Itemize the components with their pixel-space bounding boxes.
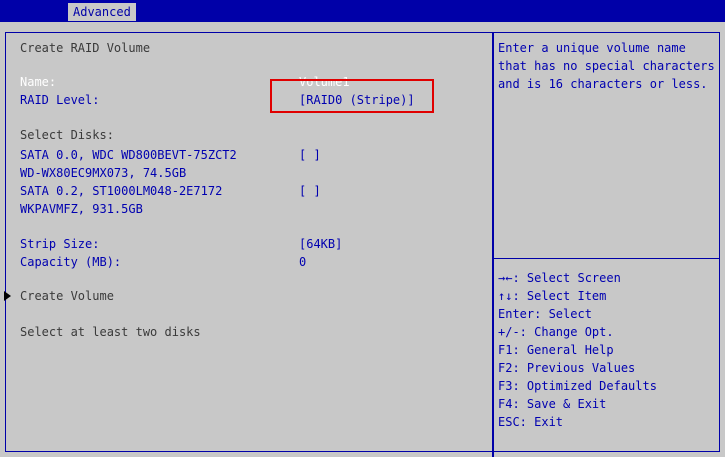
strip-size-select[interactable]: [64KB] xyxy=(299,236,342,252)
disk-0-checkbox[interactable]: [ ] xyxy=(299,147,321,163)
select-disks-label: Select Disks: xyxy=(20,128,114,142)
panel-divider xyxy=(492,32,494,457)
disk-1-detail: WKPAVMFZ, 931.5GB xyxy=(20,202,143,216)
disk-1-checkbox[interactable]: [ ] xyxy=(299,183,321,199)
create-volume-item[interactable]: Create Volume xyxy=(20,288,114,304)
raid-level-label: RAID Level: xyxy=(20,93,100,107)
key-hint-f2: F2: Previous Values xyxy=(498,361,636,375)
help-text-line: and is 16 characters or less. xyxy=(498,77,708,91)
tab-advanced[interactable]: Advanced xyxy=(68,3,136,21)
disk-0-name: SATA 0.0, WDC WD800BEVT-75ZCT2 xyxy=(20,148,237,162)
capacity-field[interactable]: 0 xyxy=(299,254,306,270)
status-message: Select at least two disks xyxy=(20,325,201,339)
key-hint-esc: ESC: Exit xyxy=(498,415,564,429)
key-hint-select-item: ↑↓: Select Item xyxy=(498,289,607,303)
name-label: Name: xyxy=(20,75,57,89)
key-hint-f1: F1: General Help xyxy=(498,343,614,357)
red-highlight-box xyxy=(270,79,434,113)
key-hint-change-opt: +/-: Change Opt. xyxy=(498,325,614,339)
top-menu-bar: Advanced xyxy=(0,0,725,22)
key-hint-select-screen: →←: Select Screen xyxy=(498,271,621,285)
help-text-line: Enter a unique volume name xyxy=(498,41,686,55)
disk-0-detail: WD-WX80EC9MX073, 74.5GB xyxy=(20,166,187,180)
key-hint-f3: F3: Optimized Defaults xyxy=(498,379,657,393)
key-hint-f4: F4: Save & Exit xyxy=(498,397,607,411)
disk-1-name: SATA 0.2, ST1000LM048-2E7172 xyxy=(20,184,223,198)
capacity-label: Capacity (MB): xyxy=(20,255,122,269)
page-title: Create RAID Volume xyxy=(20,41,151,55)
key-hint-enter: Enter: Select xyxy=(498,307,592,321)
strip-size-label: Strip Size: xyxy=(20,237,100,251)
submenu-arrow-icon xyxy=(4,291,11,301)
help-divider xyxy=(494,258,720,259)
help-text-line: that has no special characters xyxy=(498,59,715,73)
